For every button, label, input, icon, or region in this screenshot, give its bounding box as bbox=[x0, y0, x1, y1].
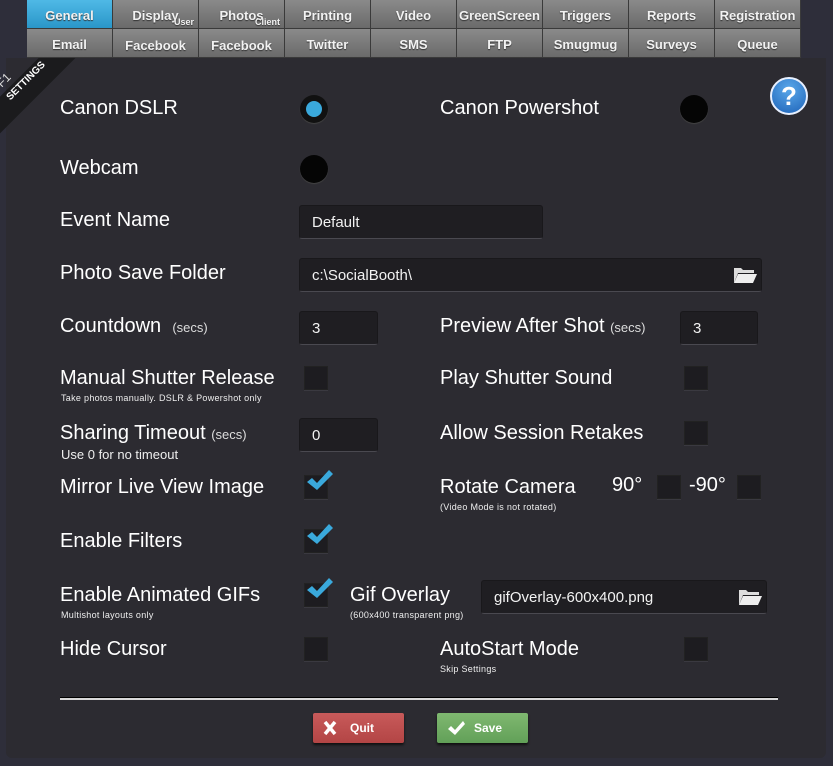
manual-shutter-hint: Take photos manually. DSLR & Powershot o… bbox=[61, 393, 262, 403]
tab-bar: General Display Photos Printing Video GreenSc… bbox=[27, 0, 801, 58]
webcam-radio[interactable] bbox=[300, 155, 328, 183]
divider bbox=[60, 697, 778, 700]
checkmark-icon bbox=[448, 721, 465, 735]
tab-greenscreen[interactable]: GreenScreen bbox=[457, 0, 543, 29]
quit-button[interactable]: Quit bbox=[313, 713, 404, 743]
preview-after-shot-label: Preview After Shot (secs) bbox=[440, 315, 646, 337]
tab-label: Twitter bbox=[306, 37, 349, 52]
webcam-label: Webcam bbox=[60, 157, 139, 179]
rotate-camera-hint: (Video Mode is not rotated) bbox=[440, 502, 557, 512]
tab-video[interactable]: Video bbox=[371, 0, 457, 29]
sharing-timeout-hint: Use 0 for no timeout bbox=[61, 447, 179, 462]
tab-email[interactable]: Email bbox=[27, 29, 113, 58]
mirror-live-view-checkbox[interactable] bbox=[304, 470, 333, 499]
tab-label: Facebook bbox=[125, 38, 186, 53]
tab-label: SMS bbox=[399, 37, 428, 52]
close-icon bbox=[323, 720, 337, 736]
checkmark-icon bbox=[307, 470, 333, 490]
tab-label: Registration bbox=[719, 8, 796, 23]
tab-sublabel: Client bbox=[254, 17, 280, 27]
tab-label: Queue bbox=[737, 37, 778, 52]
tab-sms[interactable]: SMS bbox=[371, 29, 457, 58]
tab-twitter[interactable]: Twitter bbox=[285, 29, 371, 58]
canon-powershot-radio[interactable] bbox=[680, 95, 708, 123]
tab-label: General bbox=[45, 8, 94, 23]
tab-label: FTP bbox=[487, 37, 512, 52]
event-name-input[interactable]: Default bbox=[299, 205, 543, 239]
tab-queue[interactable]: Queue bbox=[715, 29, 801, 58]
save-label: Save bbox=[474, 721, 503, 735]
tab-surveys[interactable]: Surveys bbox=[629, 29, 715, 58]
folder-icon[interactable] bbox=[733, 266, 757, 284]
tab-ftp[interactable]: FTP bbox=[457, 29, 543, 58]
allow-retakes-label: Allow Session Retakes bbox=[440, 422, 644, 444]
folder-icon[interactable] bbox=[738, 588, 762, 606]
tab-label: Facebook bbox=[211, 38, 272, 53]
quit-label: Quit bbox=[350, 721, 374, 735]
event-name-label: Event Name bbox=[60, 209, 171, 231]
tab-reports[interactable]: Reports bbox=[629, 0, 715, 29]
enable-filters-checkbox[interactable] bbox=[304, 524, 333, 553]
manual-shutter-label: Manual Shutter Release bbox=[60, 367, 275, 389]
photo-save-folder-value: c:\SocialBooth\ bbox=[312, 267, 413, 284]
photo-save-folder-label: Photo Save Folder bbox=[60, 262, 226, 284]
tab-facebook-client[interactable]: Facebook Client bbox=[199, 18, 285, 58]
hide-cursor-checkbox[interactable] bbox=[304, 637, 328, 661]
canon-dslr-label: Canon DSLR bbox=[60, 97, 178, 119]
tab-row-1: General Display Photos Printing Video GreenSc… bbox=[27, 0, 801, 29]
sharing-timeout-input[interactable]: 0 bbox=[299, 418, 378, 452]
autostart-hint: Skip Settings bbox=[440, 664, 497, 674]
tab-label: Surveys bbox=[646, 37, 697, 52]
tab-general[interactable]: General bbox=[27, 0, 113, 29]
gif-overlay-hint: (600x400 transparent png) bbox=[350, 610, 464, 620]
question-icon: ? bbox=[781, 81, 797, 111]
rotate-camera-label: Rotate Camera bbox=[440, 476, 576, 498]
animated-gifs-label: Enable Animated GIFs bbox=[60, 584, 261, 606]
rotate-neg90-checkbox[interactable] bbox=[737, 475, 761, 499]
preview-after-shot-input[interactable]: 3 bbox=[680, 311, 758, 345]
tab-row-2: Email Facebook User Facebook Client Twitter SM… bbox=[27, 18, 801, 58]
checkmark-icon bbox=[307, 524, 333, 544]
tab-printing[interactable]: Printing bbox=[285, 0, 371, 29]
play-shutter-sound-checkbox[interactable] bbox=[684, 366, 708, 390]
canon-dslr-radio[interactable] bbox=[300, 95, 328, 123]
tab-label: Smugmug bbox=[553, 37, 618, 52]
rotate-90-label: 90° bbox=[612, 474, 643, 496]
autostart-label: AutoStart Mode bbox=[440, 638, 579, 660]
tab-label: Printing bbox=[302, 8, 353, 23]
tab-label: Triggers bbox=[559, 8, 612, 23]
save-button[interactable]: Save bbox=[437, 713, 528, 743]
checkmark-icon bbox=[307, 578, 333, 598]
tab-smugmug[interactable]: Smugmug bbox=[543, 29, 629, 58]
gif-overlay-value: gifOverlay-600x400.png bbox=[494, 589, 654, 606]
help-button[interactable]: ? bbox=[770, 77, 808, 115]
tab-label: Reports bbox=[646, 8, 697, 23]
animated-gifs-checkbox[interactable] bbox=[304, 578, 333, 607]
tab-label: Video bbox=[395, 8, 432, 23]
tab-sublabel: User bbox=[173, 17, 194, 27]
gif-overlay-label: Gif Overlay bbox=[350, 584, 451, 606]
tab-facebook-user[interactable]: Facebook User bbox=[113, 18, 199, 58]
tab-label: Display bbox=[132, 8, 179, 23]
autostart-checkbox[interactable] bbox=[684, 637, 708, 661]
rotate-90-checkbox[interactable] bbox=[657, 475, 681, 499]
manual-shutter-checkbox[interactable] bbox=[304, 366, 328, 390]
tab-label: GreenScreen bbox=[459, 8, 540, 23]
sharing-timeout-label: Sharing Timeout (secs) bbox=[60, 422, 247, 444]
gif-overlay-input[interactable]: gifOverlay-600x400.png bbox=[481, 580, 767, 614]
hide-cursor-label: Hide Cursor bbox=[60, 638, 167, 660]
canon-powershot-label: Canon Powershot bbox=[440, 97, 599, 119]
tab-registration[interactable]: Registration bbox=[715, 0, 801, 29]
allow-retakes-checkbox[interactable] bbox=[684, 421, 708, 445]
tab-label: Email bbox=[52, 37, 87, 52]
play-shutter-sound-label: Play Shutter Sound bbox=[440, 367, 613, 389]
animated-gifs-hint: Multishot layouts only bbox=[61, 610, 154, 620]
countdown-label: Countdown (secs) bbox=[60, 315, 208, 337]
photo-save-folder-input[interactable]: c:\SocialBooth\ bbox=[299, 258, 762, 292]
enable-filters-label: Enable Filters bbox=[60, 530, 183, 552]
rotate-neg90-label: -90° bbox=[689, 474, 726, 496]
countdown-input[interactable]: 3 bbox=[299, 311, 378, 345]
tab-triggers[interactable]: Triggers bbox=[543, 0, 629, 29]
mirror-live-view-label: Mirror Live View Image bbox=[60, 476, 265, 498]
